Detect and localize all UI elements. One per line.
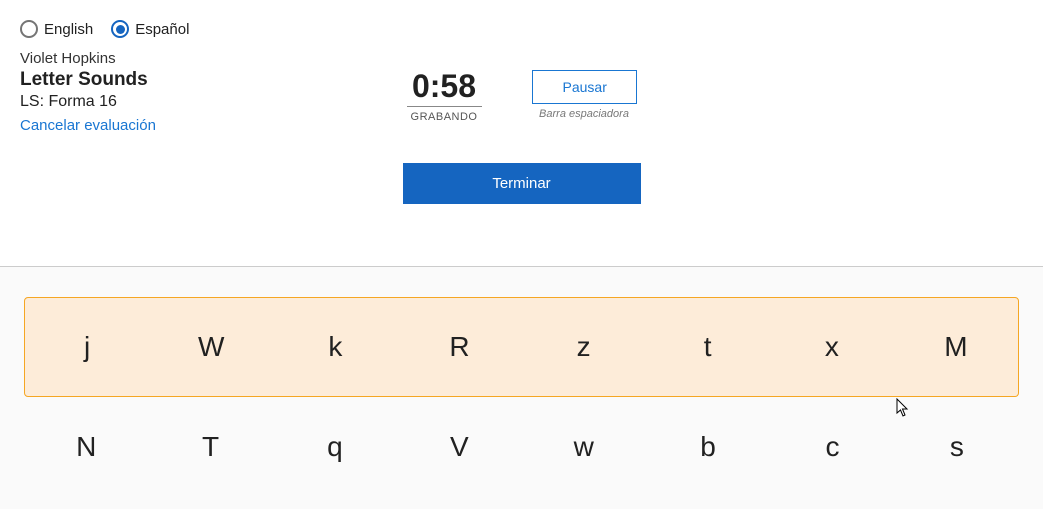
finish-button[interactable]: Terminar <box>403 163 641 204</box>
language-option-espanol[interactable]: Español <box>111 20 189 38</box>
letter-cell[interactable]: z <box>522 331 646 363</box>
language-selector: English Español <box>20 20 1023 38</box>
letter-cell[interactable]: b <box>646 431 770 463</box>
letter-row[interactable]: NTqVwbcs <box>24 397 1019 497</box>
language-option-english[interactable]: English <box>20 20 93 38</box>
letter-cell[interactable]: j <box>25 331 149 363</box>
language-label: Español <box>135 21 189 38</box>
timer-display: 0:58 GRABANDO <box>407 70 482 123</box>
letter-cell[interactable]: s <box>895 431 1019 463</box>
letter-cell[interactable]: R <box>397 331 521 363</box>
letter-cell[interactable]: x <box>770 331 894 363</box>
language-label: English <box>44 21 93 38</box>
letter-cell[interactable]: M <box>894 331 1018 363</box>
letter-cell[interactable]: V <box>397 431 521 463</box>
letter-cell[interactable]: w <box>522 431 646 463</box>
timer-divider <box>407 106 482 107</box>
timer-status: GRABANDO <box>407 111 482 123</box>
pause-button[interactable]: Pausar <box>532 70 637 104</box>
letter-cell[interactable]: t <box>646 331 770 363</box>
letter-cell[interactable]: k <box>273 331 397 363</box>
letter-cell[interactable]: q <box>273 431 397 463</box>
letter-cell[interactable]: N <box>24 431 148 463</box>
letter-grid: jWkRztxM NTqVwbcs <box>0 266 1043 509</box>
timer-value: 0:58 <box>407 70 482 102</box>
radio-icon <box>20 20 38 38</box>
letter-row[interactable]: jWkRztxM <box>24 297 1019 397</box>
letter-cell[interactable]: T <box>148 431 272 463</box>
radio-icon <box>111 20 129 38</box>
student-name: Violet Hopkins <box>20 50 1023 67</box>
letter-cell[interactable]: W <box>149 331 273 363</box>
pause-hint: Barra espaciadora <box>532 108 637 120</box>
letter-cell[interactable]: c <box>770 431 894 463</box>
